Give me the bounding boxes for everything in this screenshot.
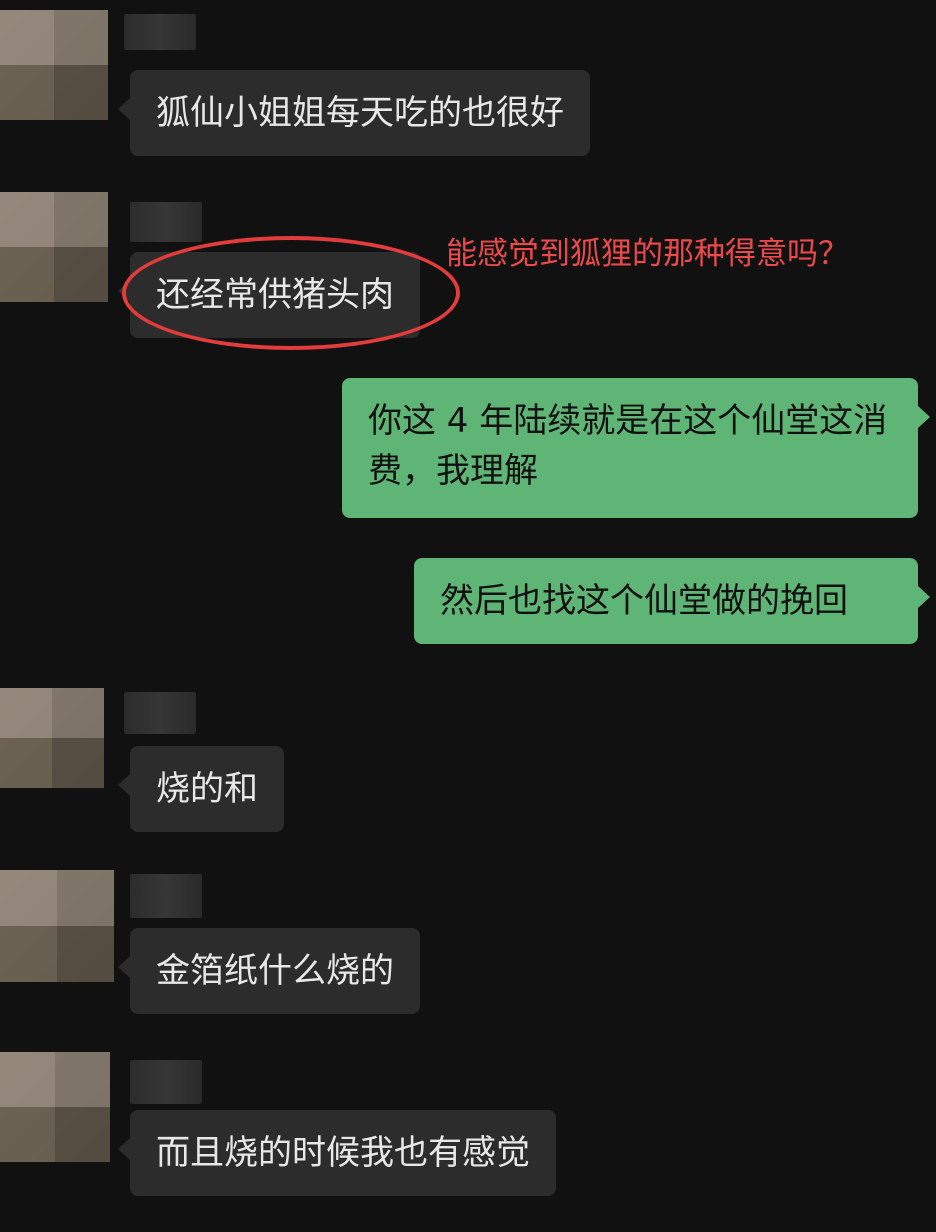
incoming-message-bubble[interactable]: 狐仙小姐姐每天吃的也很好 <box>118 70 590 156</box>
nickname-blurred <box>124 14 196 50</box>
avatar-pixel <box>0 688 52 738</box>
avatar-pixel <box>52 738 104 788</box>
avatar[interactable] <box>0 870 114 982</box>
avatar[interactable] <box>0 192 108 302</box>
annotation-text: 能感觉到狐狸的那种得意吗？ <box>446 236 849 272</box>
avatar-pixel <box>57 870 114 926</box>
outgoing-message-bubble[interactable]: 你这 4 年陆续就是在这个仙堂这消费，我理解 <box>342 378 930 518</box>
avatar-pixel <box>0 870 57 926</box>
nickname-blurred <box>130 202 202 242</box>
avatar-pixel <box>54 247 108 302</box>
avatar-pixel <box>0 10 54 65</box>
avatar[interactable] <box>0 10 108 120</box>
avatar-pixel <box>0 1052 55 1107</box>
avatar-pixel <box>55 1052 110 1107</box>
avatar-pixel <box>54 192 108 247</box>
avatar-pixel <box>0 1107 55 1162</box>
highlight-circle <box>122 236 460 350</box>
avatar-pixel <box>54 65 108 120</box>
incoming-message-bubble[interactable]: 而且烧的时候我也有感觉 <box>118 1110 556 1196</box>
avatar-pixel <box>0 738 52 788</box>
avatar[interactable] <box>0 688 104 788</box>
nickname-blurred <box>130 874 202 918</box>
incoming-message-bubble[interactable]: 烧的和 <box>118 746 284 832</box>
avatar-pixel <box>0 926 57 982</box>
outgoing-message-bubble[interactable]: 然后也找这个仙堂做的挽回 <box>414 558 930 644</box>
avatar-pixel <box>52 688 104 738</box>
incoming-message-bubble[interactable]: 金箔纸什么烧的 <box>118 928 420 1014</box>
nickname-blurred <box>124 692 196 734</box>
avatar[interactable] <box>0 1052 110 1162</box>
avatar-pixel <box>0 192 54 247</box>
avatar-pixel <box>57 926 114 982</box>
avatar-pixel <box>55 1107 110 1162</box>
avatar-pixel <box>0 247 54 302</box>
avatar-pixel <box>54 10 108 65</box>
chat-screen: { "messages": [ {"side": "incoming", "te… <box>0 0 936 1232</box>
avatar-pixel <box>0 65 54 120</box>
nickname-blurred <box>130 1060 202 1104</box>
